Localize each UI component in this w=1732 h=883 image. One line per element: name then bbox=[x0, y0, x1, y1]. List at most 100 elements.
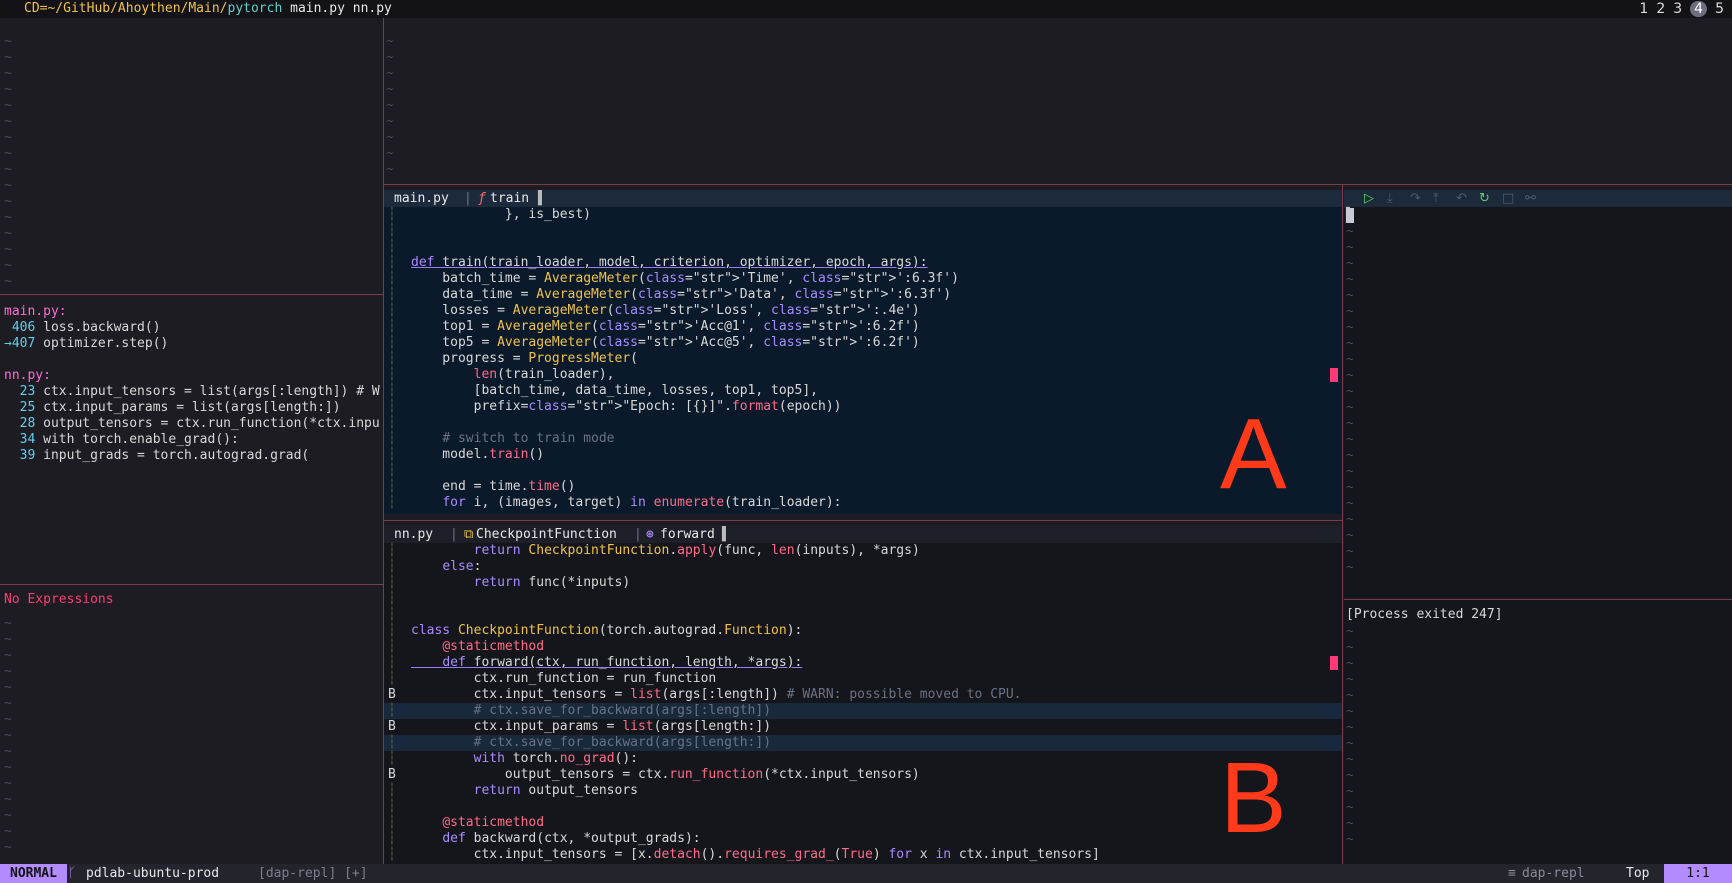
code-line[interactable]: ┆ }, is_best) bbox=[384, 207, 1342, 223]
code-line[interactable]: ┆ for i, (images, target) in enumerate(t… bbox=[384, 495, 1342, 511]
play-icon[interactable]: ▷ bbox=[1364, 190, 1374, 207]
gutter[interactable]: ┆ bbox=[388, 591, 412, 607]
code-line[interactable]: ┆ with torch.no_grad(): bbox=[384, 751, 1342, 767]
winbar-file[interactable]: nn.py bbox=[394, 526, 433, 543]
dap-console-pane[interactable]: ▷ ⤓ ↷ ⤒ ↶ ↻ □ ⚯ ▌ ~ ~ ~ ~ ~ ~ ~ ~ ~ ~ ~ ~ ~ ~ ~ ~ ~ ~ ~ ~ ~ ~ bbox=[1344, 190, 1732, 598]
code-line[interactable]: ┆ bbox=[384, 463, 1342, 479]
code-line[interactable]: ┆ return output_tensors bbox=[384, 783, 1342, 799]
code-line[interactable]: ┆ # switch to train mode bbox=[384, 431, 1342, 447]
gutter[interactable]: ┆ bbox=[388, 847, 412, 863]
winbar-func[interactable]: train bbox=[490, 190, 529, 207]
stack-frame[interactable]: →407 optimizer.step() bbox=[4, 336, 168, 352]
code-line[interactable]: ┆ ctx.run_function = run_function bbox=[384, 671, 1342, 687]
gutter[interactable]: ┆ bbox=[388, 607, 412, 623]
code-line[interactable]: ┆ end = time.time() bbox=[384, 479, 1342, 495]
gutter[interactable]: ┆ bbox=[388, 415, 412, 431]
winbar-method[interactable]: forward bbox=[660, 526, 715, 543]
code-line[interactable]: ┆ bbox=[384, 799, 1342, 815]
step-back-icon[interactable]: ↶ bbox=[1456, 190, 1467, 207]
code-line[interactable]: ┆ # ctx.save_for_backward(args[:length]) bbox=[384, 703, 1342, 719]
gutter[interactable]: ┆ bbox=[388, 751, 412, 767]
gutter[interactable]: ┆ bbox=[388, 559, 412, 575]
code-line[interactable]: ┆ def backward(ctx, *output_grads): bbox=[384, 831, 1342, 847]
disconnect-icon[interactable]: ⚯ bbox=[1525, 190, 1536, 207]
gutter[interactable]: ┆ bbox=[388, 799, 412, 815]
code-line[interactable]: ┆ bbox=[384, 415, 1342, 431]
gutter[interactable]: ┆ bbox=[388, 271, 412, 287]
gutter[interactable]: ┆ bbox=[388, 463, 412, 479]
code-line[interactable]: ┆ losses = AverageMeter(class="str">'Los… bbox=[384, 303, 1342, 319]
code-line[interactable]: ┆ prefix=class="str">"Epoch: [{}]".forma… bbox=[384, 399, 1342, 415]
gutter[interactable]: ┆ bbox=[388, 287, 412, 303]
dap-repl-pane[interactable]: [Process exited 247] ~ ~ ~ ~ ~ ~ ~ ~ ~ ~ ~ ~ ~ ~ bbox=[1344, 600, 1732, 864]
empty-buffer-pane[interactable]: ~~~~~~~~~~ bbox=[384, 18, 1732, 184]
stop-icon[interactable]: □ bbox=[1502, 190, 1514, 207]
dap-stack-pane[interactable]: main.py: 406 loss.backward() →407 optimiz… bbox=[0, 296, 383, 584]
gutter[interactable]: ┆ bbox=[388, 543, 412, 559]
code-line[interactable]: ┆ top5 = AverageMeter(class="str">'Acc@5… bbox=[384, 335, 1342, 351]
code-line[interactable]: ┆ @staticmethod bbox=[384, 639, 1342, 655]
gutter[interactable]: ┆ bbox=[388, 815, 412, 831]
gutter[interactable]: ┆ bbox=[388, 703, 412, 719]
gutter[interactable]: ┆ bbox=[388, 783, 412, 799]
gutter[interactable]: B bbox=[388, 767, 412, 783]
step-out-icon[interactable]: ⤒ bbox=[1433, 190, 1439, 207]
gutter[interactable]: ┆ bbox=[388, 383, 412, 399]
code-line[interactable]: ┆ bbox=[384, 223, 1342, 239]
code-line[interactable]: ┆ @staticmethod bbox=[384, 815, 1342, 831]
gutter[interactable]: ┆ bbox=[388, 831, 412, 847]
restart-icon[interactable]: ↻ bbox=[1479, 190, 1490, 207]
workspace-1[interactable]: 1 bbox=[1639, 1, 1648, 17]
code-line[interactable]: ┆ bbox=[384, 607, 1342, 623]
gutter[interactable]: ┆ bbox=[388, 399, 412, 415]
code-line[interactable]: ┆ def forward(ctx, run_function, length,… bbox=[384, 655, 1342, 671]
gutter[interactable]: B bbox=[388, 719, 412, 735]
code-line[interactable]: ┆ [batch_time, data_time, losses, top1, … bbox=[384, 383, 1342, 399]
workspace-4[interactable]: 4 bbox=[1690, 1, 1708, 17]
dap-scopes-pane[interactable]: ~ ~ ~ ~ ~ ~ ~ ~ ~ ~ ~ ~ ~ ~ ~ ~ bbox=[0, 18, 383, 294]
stack-frame[interactable]: 23 ctx.input_tensors = list(args[:length… bbox=[4, 384, 380, 400]
gutter[interactable]: ┆ bbox=[388, 207, 412, 223]
stack-frame[interactable]: 25 ctx.input_params = list(args[length:]… bbox=[4, 400, 341, 416]
code-line[interactable]: ┆ ctx.input_tensors = [x.detach().requir… bbox=[384, 847, 1342, 863]
dap-watches-pane[interactable]: No Expressions ~ ~ ~ ~ ~ ~ ~ ~ ~ ~ ~ ~ ~ ~ ~ bbox=[0, 586, 383, 864]
gutter[interactable]: ┆ bbox=[388, 223, 412, 239]
stack-frame[interactable]: 28 output_tensors = ctx.run_function(*ct… bbox=[4, 416, 380, 432]
code-line[interactable]: ┆ else: bbox=[384, 559, 1342, 575]
gutter[interactable]: ┆ bbox=[388, 255, 412, 271]
gutter[interactable]: ┆ bbox=[388, 671, 412, 687]
code-line[interactable]: ┆ progress = ProgressMeter( bbox=[384, 351, 1342, 367]
workspace-2[interactable]: 2 bbox=[1656, 1, 1665, 17]
stack-frame[interactable]: 406 loss.backward() bbox=[4, 320, 161, 336]
code-line[interactable]: B ctx.input_tensors = list(args[:length]… bbox=[384, 687, 1342, 703]
gutter[interactable]: ┆ bbox=[388, 367, 412, 383]
stack-frame[interactable]: 34 with torch.enable_grad(): bbox=[4, 432, 239, 448]
gutter[interactable]: ┆ bbox=[388, 495, 412, 511]
gutter[interactable]: ┆ bbox=[388, 479, 412, 495]
editor-pane-nn[interactable]: nn.py | ⧉ CheckpointFunction | ⊛ forward… bbox=[384, 526, 1342, 866]
code-line[interactable]: ┆ data_time = AverageMeter(class="str">'… bbox=[384, 287, 1342, 303]
code-line[interactable]: ┆ bbox=[384, 239, 1342, 255]
workspace-switcher[interactable]: 12345 bbox=[1631, 0, 1724, 18]
editor-pane-main[interactable]: main.py | ƒ train ▌ ┆ }, is_best) ┆ ┆ ┆ def … bbox=[384, 190, 1342, 514]
gutter[interactable]: ┆ bbox=[388, 447, 412, 463]
code-line[interactable]: ┆ batch_time = AverageMeter(class="str">… bbox=[384, 271, 1342, 287]
code-line[interactable]: ┆ return CheckpointFunction.apply(func, … bbox=[384, 543, 1342, 559]
gutter[interactable]: B bbox=[388, 687, 412, 703]
gutter[interactable]: ┆ bbox=[388, 623, 412, 639]
winbar-file[interactable]: main.py bbox=[394, 190, 449, 207]
winbar-class[interactable]: CheckpointFunction bbox=[476, 526, 617, 543]
workspace-5[interactable]: 5 bbox=[1715, 1, 1724, 17]
code-line[interactable]: ┆ class CheckpointFunction(torch.autograd… bbox=[384, 623, 1342, 639]
stack-file-header[interactable]: nn.py: bbox=[4, 368, 51, 384]
code-line[interactable]: B ctx.input_params = list(args[length:]) bbox=[384, 719, 1342, 735]
gutter[interactable]: ┆ bbox=[388, 639, 412, 655]
code-line[interactable]: ┆ len(train_loader), bbox=[384, 367, 1342, 383]
step-over-icon[interactable]: ↷ bbox=[1410, 190, 1421, 207]
gutter[interactable]: ┆ bbox=[388, 735, 412, 751]
gutter[interactable]: ┆ bbox=[388, 575, 412, 591]
gutter[interactable]: ┆ bbox=[388, 431, 412, 447]
code-line[interactable]: ┆ return func(*inputs) bbox=[384, 575, 1342, 591]
stack-frame[interactable]: 39 input_grads = torch.autograd.grad( bbox=[4, 448, 310, 464]
workspace-3[interactable]: 3 bbox=[1673, 1, 1682, 17]
